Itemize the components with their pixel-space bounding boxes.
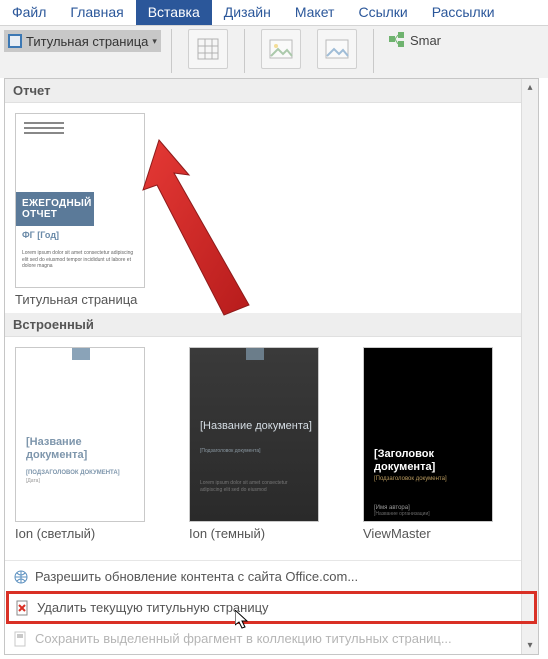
thumbnail-report: ЕЖЕГОДНЫЙ ОТЧЕТ ФГ [Год] Lorem ipsum dol… [15, 113, 145, 288]
thumbnail-label: Титульная страница [15, 292, 155, 307]
gallery-section-builtin: Встроенный [5, 313, 538, 337]
online-pictures-button[interactable] [317, 29, 357, 69]
cover-page-icon [8, 34, 22, 48]
ribbon-divider [244, 29, 245, 73]
thumbnail-ion-light: [Название документа] [ПОДЗАГОЛОВОК ДОКУМ… [15, 347, 145, 522]
chevron-down-icon: ▾ [152, 36, 157, 47]
gallery-item-report[interactable]: ЕЖЕГОДНЫЙ ОТЧЕТ ФГ [Год] Lorem ipsum dol… [15, 113, 155, 307]
thumbnail-ion-dark: [Название документа] [Подзаголовок докум… [189, 347, 319, 522]
tab-references[interactable]: Ссылки [346, 0, 419, 25]
tab-bar: Файл Главная Вставка Дизайн Макет Ссылки… [0, 0, 548, 26]
gallery-item-ion-dark[interactable]: [Название документа] [Подзаголовок докум… [189, 347, 329, 541]
gallery-item-ion-light[interactable]: [Название документа] [ПОДЗАГОЛОВОК ДОКУМ… [15, 347, 155, 541]
tab-insert[interactable]: Вставка [136, 0, 212, 25]
report-title: ЕЖЕГОДНЫЙ ОТЧЕТ [16, 192, 94, 226]
ribbon-divider [373, 29, 374, 73]
thumbnail-label: ViewMaster [363, 526, 503, 541]
pictures-button[interactable] [261, 29, 301, 69]
online-picture-icon [325, 39, 349, 59]
smartart-icon [388, 31, 406, 49]
save-page-icon [13, 631, 29, 647]
ribbon-divider [171, 29, 172, 73]
menu-update-from-office[interactable]: Разрешить обновление контента с сайта Of… [5, 561, 538, 592]
thumbnail-label: Ion (темный) [189, 526, 329, 541]
picture-icon [269, 39, 293, 59]
thumbnail-label: Ion (светлый) [15, 526, 155, 541]
smartart-label: Smar [410, 33, 441, 48]
smartart-button[interactable]: Smar [384, 29, 445, 51]
menu-remove-cover-page[interactable]: Удалить текущую титульную страницу [7, 592, 536, 623]
tab-design[interactable]: Дизайн [212, 0, 283, 25]
ribbon: Титульная страница ▾ Smar [0, 26, 548, 78]
gallery-section-report: Отчет [5, 79, 538, 103]
cover-page-gallery: ▴ ▾ Отчет ЕЖЕГОДНЫЙ ОТЧЕТ ФГ [Год] Lorem… [4, 78, 539, 655]
tab-file[interactable]: Файл [0, 0, 58, 25]
tab-home[interactable]: Главная [58, 0, 135, 25]
globe-icon [13, 569, 29, 585]
report-placeholder-text: Lorem ipsum dolor sit amet consectetur a… [22, 250, 134, 270]
table-button[interactable] [188, 29, 228, 69]
cover-page-label: Титульная страница [26, 34, 148, 49]
tab-layout[interactable]: Макет [283, 0, 347, 25]
report-subtitle: ФГ [Год] [22, 230, 59, 240]
table-icon [197, 38, 219, 60]
tab-mailings[interactable]: Рассылки [420, 0, 507, 25]
gallery-footer: Разрешить обновление контента с сайта Of… [5, 560, 538, 654]
thumbnail-viewmaster: [Заголовок документа] [Подзаголовок доку… [363, 347, 493, 522]
scroll-up-icon[interactable]: ▴ [522, 79, 538, 96]
remove-page-icon [15, 600, 31, 616]
cover-page-dropdown[interactable]: Титульная страница ▾ [4, 30, 161, 52]
menu-save-selection: Сохранить выделенный фрагмент в коллекци… [5, 623, 538, 654]
gallery-item-viewmaster[interactable]: [Заголовок документа] [Подзаголовок доку… [363, 347, 503, 541]
